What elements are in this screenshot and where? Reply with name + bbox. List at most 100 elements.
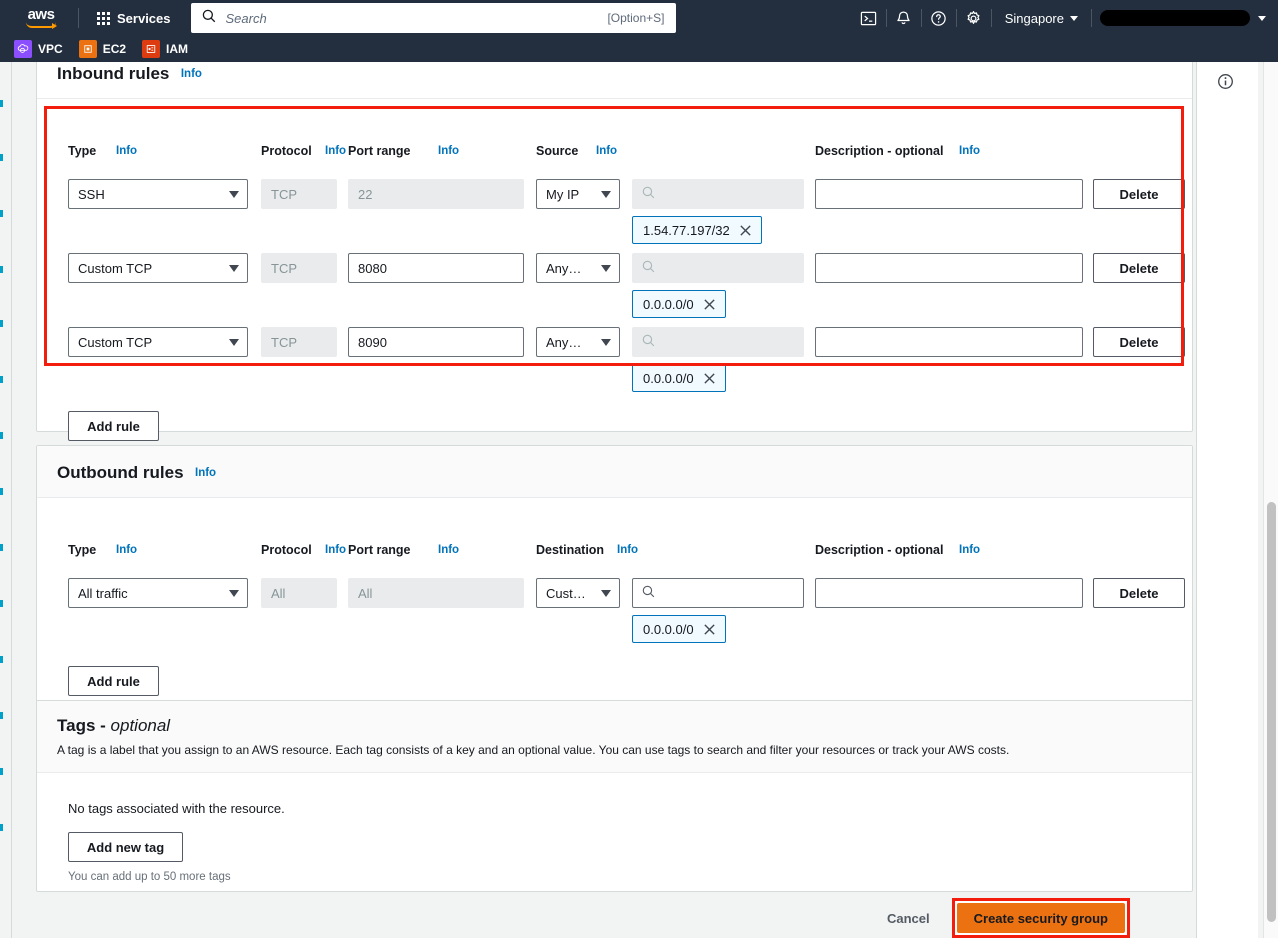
favorite-item-vpc[interactable]: VPC <box>14 40 63 58</box>
source-info-link[interactable]: Info <box>596 145 617 157</box>
inbound-row-2-description-input[interactable] <box>815 327 1083 357</box>
add-new-tag-button[interactable]: Add new tag <box>68 832 183 862</box>
destination-info-link[interactable]: Info <box>617 544 638 556</box>
outbound-rules-title: Outbound rules <box>57 463 184 483</box>
search-icon <box>642 585 655 601</box>
inbound-row-1-description-input[interactable] <box>815 253 1083 283</box>
account-menu[interactable] <box>1092 0 1278 36</box>
global-search-bar[interactable]: [Option+S] <box>191 3 676 33</box>
remove-token-icon[interactable] <box>703 298 716 311</box>
description-info-link[interactable]: Info <box>959 544 980 556</box>
cloudshell-icon[interactable] <box>852 0 886 36</box>
create-security-group-highlight: Create security group <box>952 898 1130 938</box>
inbound-row-2-source-kind-select[interactable]: Any… <box>536 327 620 357</box>
column-header-port-range: Port range <box>348 144 411 158</box>
type-info-link[interactable]: Info <box>116 145 137 157</box>
inbound-row-2-source-kind-value: Any… <box>546 335 595 350</box>
column-header-protocol: Protocol <box>261 144 312 158</box>
outbound-add-rule-button[interactable]: Add rule <box>68 666 159 696</box>
inbound-row-1-type-select[interactable]: Custom TCP <box>68 253 248 283</box>
protocol-info-link[interactable]: Info <box>325 544 346 556</box>
ec2-icon <box>79 40 97 58</box>
inbound-rules-info-link[interactable]: Info <box>181 68 202 80</box>
outbound-row-0-destination-token-label: 0.0.0.0/0 <box>643 622 694 637</box>
outbound-row-0-destination-kind-select[interactable]: Cust… <box>536 578 620 608</box>
protocol-info-link[interactable]: Info <box>325 145 346 157</box>
search-input[interactable] <box>224 10 608 27</box>
inbound-row-1-source-search[interactable] <box>632 253 804 283</box>
favorite-label: VPC <box>38 42 63 56</box>
chevron-down-icon <box>601 191 611 198</box>
favorites-bar: VPC EC2 IAM <box>0 36 1278 62</box>
inbound-row-0-type-select[interactable]: SSH <box>68 179 248 209</box>
cancel-button[interactable]: Cancel <box>873 911 944 926</box>
search-icon <box>642 186 655 202</box>
bell-icon[interactable] <box>887 0 921 36</box>
services-label: Services <box>117 11 171 26</box>
nav-divider <box>78 8 79 28</box>
outbound-row-0-destination-search[interactable] <box>632 578 804 608</box>
port-range-info-link[interactable]: Info <box>438 145 459 157</box>
tags-title: Tags - optional <box>57 716 170 736</box>
outbound-row-0-description-input[interactable] <box>815 578 1083 608</box>
inbound-row-2-port-input[interactable]: 8090 <box>348 327 524 357</box>
inbound-row-0-source-kind-select[interactable]: My IP <box>536 179 620 209</box>
favorite-item-ec2[interactable]: EC2 <box>79 40 126 58</box>
inbound-row-1-type-value: Custom TCP <box>78 261 223 276</box>
region-selector[interactable]: Singapore <box>992 0 1091 36</box>
delete-label: Delete <box>1119 335 1158 350</box>
chevron-down-icon <box>601 590 611 597</box>
inbound-add-rule-button[interactable]: Add rule <box>68 411 159 441</box>
inbound-row-2-protocol-value: TCP <box>271 335 297 350</box>
column-header-type: Type <box>68 144 96 158</box>
remove-token-icon[interactable] <box>703 623 716 636</box>
inbound-row-1-port-input[interactable]: 8080 <box>348 253 524 283</box>
settings-icon[interactable] <box>957 0 991 36</box>
inbound-row-2-delete-button[interactable]: Delete <box>1093 327 1185 357</box>
inbound-row-0-source-kind-value: My IP <box>546 187 595 202</box>
inbound-row-1-source-token-label: 0.0.0.0/0 <box>643 297 694 312</box>
vpc-icon <box>14 40 32 58</box>
inbound-row-0-port-value: 22 <box>358 187 372 202</box>
create-security-group-button[interactable]: Create security group <box>957 903 1125 933</box>
outbound-row-0-protocol-input: All <box>261 578 337 608</box>
description-info-link[interactable]: Info <box>959 145 980 157</box>
column-header-type: Type <box>68 543 96 557</box>
chevron-down-icon <box>229 191 239 198</box>
inbound-row-0-description-input[interactable] <box>815 179 1083 209</box>
chevron-down-icon <box>601 265 611 272</box>
inbound-row-2-type-select[interactable]: Custom TCP <box>68 327 248 357</box>
left-rail <box>0 62 12 938</box>
help-panel <box>1196 62 1258 938</box>
remove-token-icon[interactable] <box>703 372 716 385</box>
chevron-down-icon <box>601 339 611 346</box>
page-scrollbar[interactable] <box>1263 62 1278 938</box>
search-icon <box>642 334 655 350</box>
remove-token-icon[interactable] <box>739 224 752 237</box>
iam-icon <box>142 40 160 58</box>
outbound-row-0-protocol-value: All <box>271 586 285 601</box>
outbound-row-0-type-select[interactable]: All traffic <box>68 578 248 608</box>
port-range-info-link[interactable]: Info <box>438 544 459 556</box>
help-icon[interactable] <box>922 0 956 36</box>
inbound-row-0-protocol-input: TCP <box>261 179 337 209</box>
favorite-item-iam[interactable]: IAM <box>142 40 188 58</box>
tags-card: Tags - optional A tag is a label that yo… <box>36 700 1193 892</box>
info-icon[interactable] <box>1217 73 1234 95</box>
favorite-label: IAM <box>166 42 188 56</box>
outbound-row-0-delete-button[interactable]: Delete <box>1093 578 1185 608</box>
outbound-rules-info-link[interactable]: Info <box>195 467 216 479</box>
inbound-row-1-source-kind-select[interactable]: Any… <box>536 253 620 283</box>
scrollbar-thumb[interactable] <box>1267 502 1276 922</box>
grid-icon <box>97 12 110 25</box>
inbound-rules-title: Inbound rules <box>57 64 169 84</box>
inbound-row-0-source-search[interactable] <box>632 179 804 209</box>
inbound-row-2-source-search[interactable] <box>632 327 804 357</box>
inbound-row-1-delete-button[interactable]: Delete <box>1093 253 1185 283</box>
services-menu-button[interactable]: Services <box>89 6 179 31</box>
aws-logo[interactable]: aws <box>14 8 68 28</box>
inbound-row-0-protocol-value: TCP <box>271 187 297 202</box>
type-info-link[interactable]: Info <box>116 544 137 556</box>
inbound-row-2-source-token: 0.0.0.0/0 <box>632 364 726 392</box>
inbound-row-0-delete-button[interactable]: Delete <box>1093 179 1185 209</box>
